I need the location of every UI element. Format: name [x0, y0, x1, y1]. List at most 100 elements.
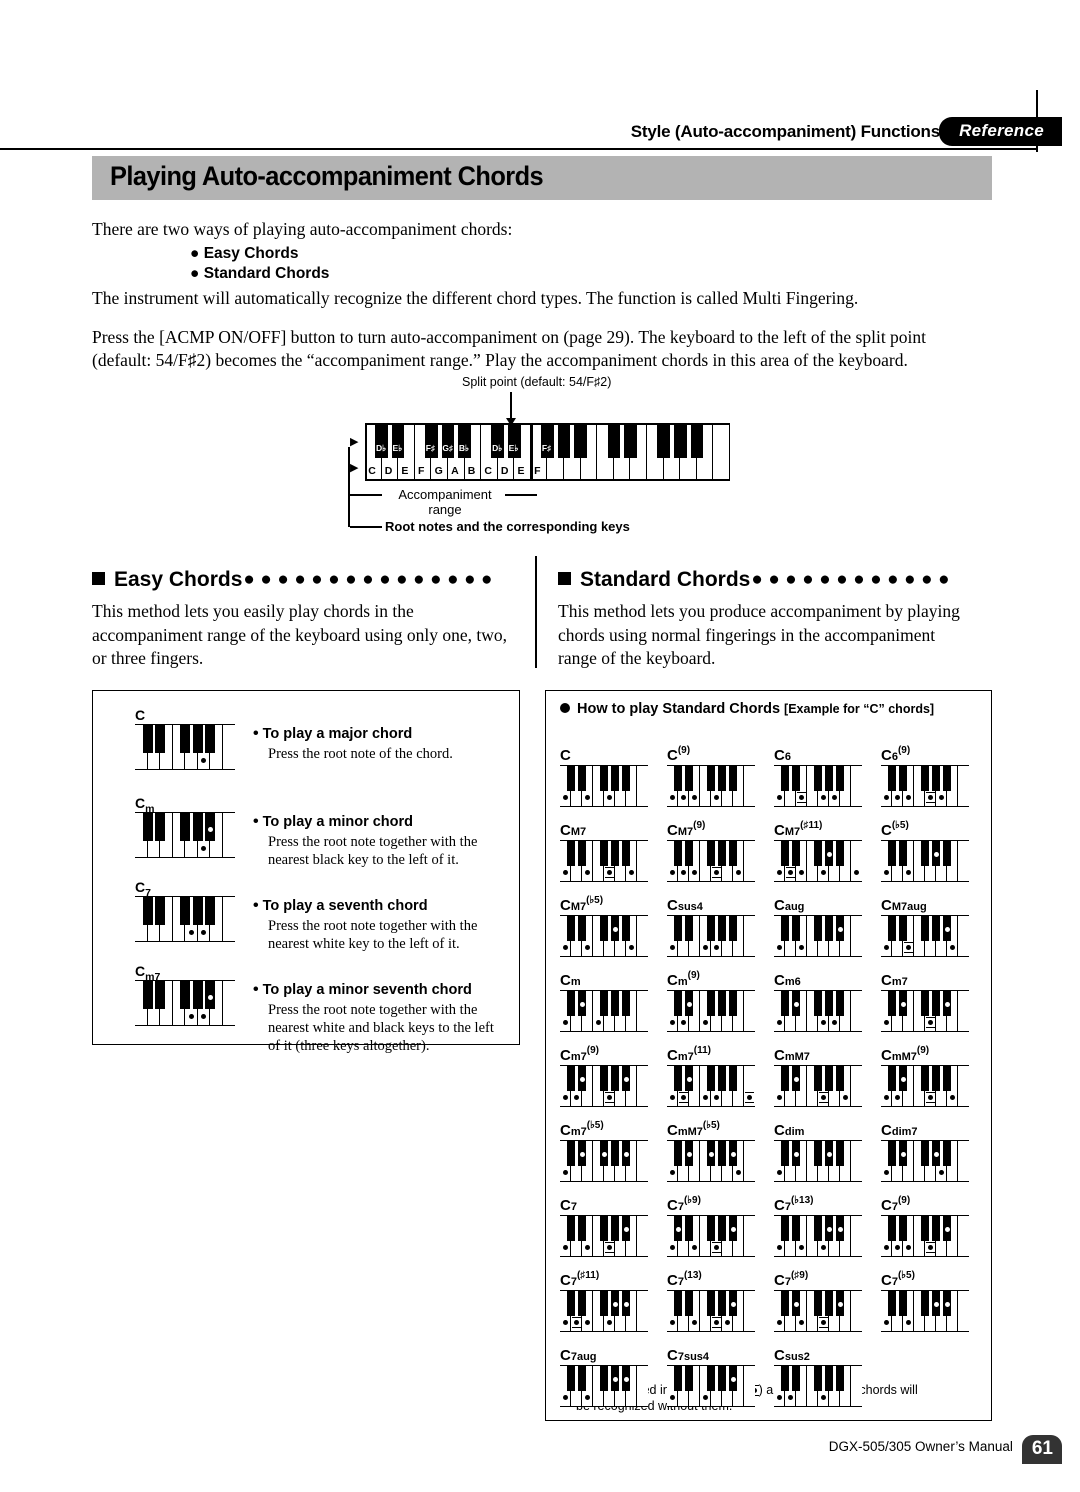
standard-chord-name: C7 [560, 1198, 577, 1213]
black-key [706, 1066, 716, 1091]
white-key [851, 766, 862, 806]
standard-chords-body-text: This method lets you produce accompanime… [558, 601, 960, 668]
pressed-white-key-dot [777, 1395, 782, 1400]
header-rule [0, 148, 1038, 150]
black-key [155, 813, 165, 841]
standard-chord-cell: C7sus4 [667, 1343, 774, 1418]
black-key [180, 813, 190, 841]
chord-tension: (13) [683, 1270, 702, 1281]
box-heading-sub: [Example for “C” chords] [784, 702, 935, 716]
black-key [599, 841, 609, 866]
page-title: Playing Auto-accompaniment Chords [110, 161, 544, 191]
optional-note-dot [786, 867, 795, 878]
standard-chord-name: C7(♭13) [774, 1196, 813, 1214]
chord-tension: (♭5) [702, 1120, 720, 1131]
black-key [717, 1141, 727, 1166]
split-point-label: Split point (default: 54/F♯2) [462, 375, 612, 389]
chord-root: C [135, 795, 146, 811]
black-key [920, 1291, 930, 1316]
pressed-white-key-dot [692, 795, 697, 800]
easy-chord-name: C [135, 707, 145, 723]
standard-chord-cell: Cm7(9) [560, 1043, 667, 1118]
white-key [637, 1291, 648, 1331]
black-key [887, 916, 897, 941]
chord-root: C [667, 972, 678, 989]
black-key [599, 1291, 609, 1316]
standard-chord-keyboard [667, 1065, 755, 1107]
black-key [192, 897, 203, 925]
chord-root: C [774, 897, 785, 914]
chord-root: C [667, 747, 678, 764]
chord-tension: (9) [586, 1045, 599, 1056]
chord-root: C [667, 822, 678, 839]
white-key [851, 1291, 862, 1331]
pressed-white-key-dot [884, 870, 889, 875]
heading-dot-leader: ●●●●●●●●●●●● [751, 569, 956, 590]
black-key [180, 897, 190, 925]
standard-chord-cell: C6 [774, 743, 881, 818]
chord-root: C [560, 897, 571, 914]
standard-chord-name: CM7(♭5) [560, 896, 603, 914]
header-section-title: Style (Auto-accompaniment) Functions [630, 122, 940, 141]
optional-note-dot [679, 1092, 688, 1103]
chord-suffix: m7 [677, 1051, 694, 1063]
black-key [566, 766, 576, 791]
standard-chord-cell: Caug [774, 893, 881, 968]
pressed-white-key-dot [832, 1020, 837, 1025]
black-key [577, 841, 587, 866]
page-number: 61 [1021, 1435, 1062, 1464]
pressed-black-key-dot [686, 1002, 692, 1007]
standard-chord-keyboard [560, 990, 648, 1032]
chord-root: C [667, 1197, 678, 1214]
black-key [621, 916, 631, 941]
black-key [566, 1366, 576, 1391]
pressed-white-key-dot [607, 795, 612, 800]
standard-chord-name: Cm7(9) [560, 1045, 599, 1064]
black-key [205, 725, 215, 753]
chord-suffix: M7 [570, 901, 587, 913]
split-point-keyboard-diagram: Split point (default: 54/F♯2) CDEFGABCDE… [340, 375, 750, 535]
pressed-black-key-dot [207, 995, 213, 1000]
chord-root: C [881, 972, 892, 989]
chord-suffix: m7 [891, 976, 908, 988]
standard-chord-cell: C7(♭13) [774, 1193, 881, 1268]
square-bullet-icon [92, 572, 105, 585]
pressed-black-key-dot [793, 1002, 799, 1007]
black-key [673, 841, 683, 866]
chord-suffix: m [677, 976, 688, 988]
black-key [673, 766, 683, 791]
black-key [835, 766, 845, 791]
black-key [610, 766, 620, 791]
chord-root: C [560, 972, 571, 989]
white-key [637, 1066, 648, 1106]
pressed-white-key-dot [821, 795, 826, 800]
easy-chord-keyboard [135, 896, 235, 942]
pressed-black-key-dot [579, 1002, 585, 1007]
pressed-white-key-dot [692, 870, 697, 875]
white-key [851, 1216, 862, 1256]
standard-chord-keyboard [881, 990, 969, 1032]
standard-chord-name: C7(♯11) [560, 1271, 599, 1289]
standard-chord-name: C7(♯9) [774, 1271, 808, 1289]
chord-root: C [667, 1122, 678, 1139]
standard-chord-cell: CM7aug [881, 893, 988, 968]
black-key [180, 981, 190, 1009]
chord-tension: (♭5) [891, 820, 909, 831]
pressed-white-key-dot [884, 1095, 889, 1100]
chord-suffix: M7aug [891, 901, 927, 913]
pressed-white-key-dot [777, 1245, 782, 1250]
arrow-black-keys-icon: ▶ [350, 436, 359, 448]
black-key [142, 897, 153, 925]
black-key [577, 916, 587, 941]
chord-tension: (11) [693, 1045, 711, 1056]
standard-chord-keyboard [881, 840, 969, 882]
white-key [958, 766, 969, 806]
standard-chord-cell: Cm [560, 968, 667, 1043]
standard-chord-keyboard [774, 840, 862, 882]
black-key [577, 1291, 587, 1316]
white-key [958, 1141, 969, 1181]
standard-chord-keyboard [667, 840, 755, 882]
standard-chord-cell: Csus4 [667, 893, 774, 968]
chord-root: C [560, 1347, 571, 1364]
pressed-black-key-dot [623, 1077, 629, 1082]
